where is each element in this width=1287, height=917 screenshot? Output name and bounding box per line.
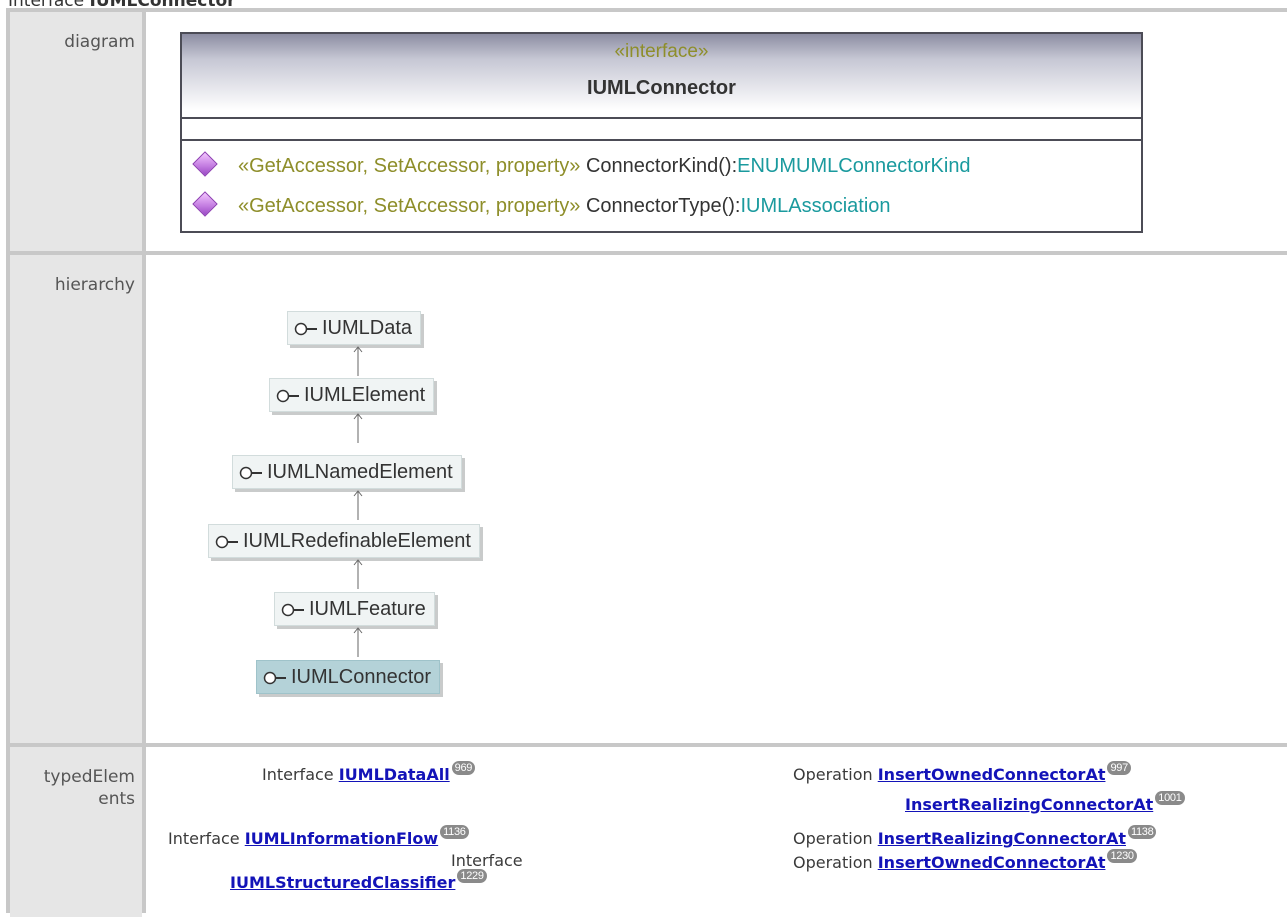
entry-kind: Operation [793,829,873,848]
uml-class-box[interactable]: «interface» IUMLConnector «GetAccessor, … [180,32,1143,233]
page-number-badge: 1138 [1127,825,1157,839]
typed-element-entry: Operation InsertOwnedConnectorAt 997 [793,761,1131,784]
hierarchy-row: hierarchy IUMLData IUMLElement IUMLNamed… [10,255,1287,743]
typed-element-entry: IUMLStructuredClassifier 1229 [230,869,487,892]
uml-operation[interactable]: «GetAccessor, SetAccessor, property» Con… [192,191,891,220]
page-number-badge: 997 [1107,761,1131,775]
operation-type: IUMLAssociation [740,195,891,217]
generalization-arrow [353,346,363,376]
typed-elements-label-line2: ents [98,789,135,809]
hierarchy-node-label: IUMLElement [304,384,426,406]
entry-kind: Interface [262,765,334,784]
typed-element-entry: Operation InsertOwnedConnectorAt 1230 [793,849,1137,872]
documentation-table: diagram «interface» IUMLConnector «GetAc… [6,8,1287,917]
page-number-badge: 1229 [457,869,487,883]
operation-signature: ConnectorType(): [580,195,741,217]
operation-stereotype: «GetAccessor, SetAccessor, property» [238,195,581,217]
uml-attributes-compartment [182,119,1141,141]
entry-kind: Interface [451,851,523,870]
interface-lollipop-icon [215,535,238,548]
diagram-cell: «interface» IUMLConnector «GetAccessor, … [146,12,1287,251]
interface-lollipop-icon [294,322,317,335]
uml-class-name: IUMLConnector [587,77,736,99]
page-number-badge: 1136 [440,825,469,839]
entry-kind: Interface [168,829,240,848]
generalization-arrow [353,413,363,443]
typed-element-entry: Operation InsertRealizingConnectorAt 1138 [793,825,1157,848]
hierarchy-node[interactable]: IUMLFeature [274,592,435,626]
interface-lollipop-icon [263,671,286,684]
typed-element-entry: InsertRealizingConnectorAt 1001 [905,791,1185,814]
hierarchy-node-label: IUMLFeature [309,598,426,620]
typed-elements-row: typedElem ents Interface IUMLDataAll 969 I… [10,747,1287,917]
generalization-arrow [353,490,363,520]
typed-element-link[interactable]: InsertRealizingConnectorAt [905,795,1153,814]
entry-kind: Operation [793,853,873,872]
hierarchy-node[interactable]: IUMLElement [269,378,435,412]
uml-stereotype: «interface» [614,41,709,62]
hierarchy-node-current[interactable]: IUMLConnector [256,660,441,694]
generalization-arrow [353,627,363,657]
diagram-label: diagram [10,12,142,251]
typed-element-link[interactable]: InsertOwnedConnectorAt [878,853,1106,872]
typed-element-link[interactable]: IUMLInformationFlow [245,829,438,848]
hierarchy-node[interactable]: IUMLRedefinableElement [208,524,480,558]
generalization-arrow [353,559,363,589]
hierarchy-label: hierarchy [10,255,142,743]
operation-stereotype: «GetAccessor, SetAccessor, property» [238,155,581,177]
page-number-badge: 1230 [1107,849,1137,863]
typed-element-link[interactable]: IUMLDataAll [339,765,450,784]
hierarchy-node-label: IUMLConnector [291,666,432,688]
typed-elements-label: typedElem ents [10,747,142,917]
typed-element-link[interactable]: IUMLStructuredClassifier [230,873,455,892]
operation-diamond-icon [192,151,218,177]
hierarchy-node-label: IUMLData [322,317,413,339]
hierarchy-node-label: IUMLRedefinableElement [243,530,471,552]
operation-type: ENUMUMLConnectorKind [737,155,971,177]
hierarchy-cell: IUMLData IUMLElement IUMLNamedElement IU… [146,255,1287,743]
operation-diamond-icon [192,191,218,217]
hierarchy-node-label: IUMLNamedElement [267,461,453,483]
diagram-row: diagram «interface» IUMLConnector «GetAc… [10,12,1287,251]
typed-element-link[interactable]: InsertOwnedConnectorAt [878,765,1106,784]
typed-element-entry: Interface IUMLInformationFlow 1136 [168,825,469,848]
page-number-badge: 1001 [1155,791,1185,805]
typed-element-entry: Interface IUMLDataAll 969 [262,761,476,784]
hierarchy-node[interactable]: IUMLData [287,311,422,345]
interface-lollipop-icon [281,603,304,616]
hierarchy-node[interactable]: IUMLNamedElement [232,455,462,489]
interface-lollipop-icon [276,389,299,402]
uml-operation[interactable]: «GetAccessor, SetAccessor, property» Con… [192,151,971,180]
typed-elements-label-line1: typedElem [43,767,135,787]
interface-lollipop-icon [239,466,262,479]
typed-element-link[interactable]: InsertRealizingConnectorAt [878,829,1126,848]
operation-signature: ConnectorKind(): [580,155,738,177]
typed-elements-cell: Interface IUMLDataAll 969 Interface IUMLI… [146,747,1287,917]
page-number-badge: 969 [451,761,476,775]
uml-class-header: «interface» IUMLConnector [182,34,1141,119]
typed-element-entry-kind: Interface [451,851,523,870]
entry-kind: Operation [793,765,873,784]
